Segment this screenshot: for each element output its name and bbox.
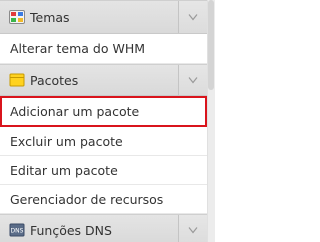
menu-item-label: Adicionar um pacote: [10, 104, 140, 119]
menu-item-label: Editar um pacote: [10, 162, 118, 178]
section-title-funcoes-dns: Funções DNS: [30, 222, 112, 238]
section-header-pacotes[interactable]: Pacotes: [0, 64, 207, 96]
menu-item-label: Excluir um pacote: [10, 133, 123, 149]
vertical-scrollbar[interactable]: [207, 0, 215, 242]
chevron-down-icon[interactable]: [178, 65, 207, 95]
section-title-temas: Temas: [30, 9, 70, 25]
dns-icon: DNS: [9, 223, 25, 237]
menu-item-label: Alterar tema do WHM: [10, 41, 146, 56]
menu-item-alterar-tema[interactable]: Alterar tema do WHM: [0, 34, 207, 64]
section-title-pacotes: Pacotes: [30, 72, 79, 88]
menu-item-adicionar-pacote[interactable]: Adicionar um pacote: [0, 96, 207, 127]
themes-icon: [9, 10, 25, 24]
scrollbar-thumb[interactable]: [208, 0, 214, 90]
menu-item-editar-pacote[interactable]: Editar um pacote: [0, 156, 207, 185]
chevron-down-icon[interactable]: [178, 1, 207, 33]
menu-item-label: Gerenciador de recursos: [10, 191, 164, 207]
menu-item-excluir-pacote[interactable]: Excluir um pacote: [0, 127, 207, 156]
section-header-funcoes-dns[interactable]: DNS Funções DNS: [0, 214, 207, 242]
menu-item-gerenciador-recursos[interactable]: Gerenciador de recursos: [0, 185, 207, 214]
chevron-down-icon[interactable]: [178, 215, 207, 242]
svg-text:DNS: DNS: [11, 228, 24, 235]
section-header-temas[interactable]: Temas: [0, 0, 207, 34]
sidebar-menu: Temas Alterar tema do WHM Pacotes Adicio…: [0, 0, 207, 242]
packages-icon: [9, 73, 25, 87]
whm-sidebar: Temas Alterar tema do WHM Pacotes Adicio…: [0, 0, 215, 242]
